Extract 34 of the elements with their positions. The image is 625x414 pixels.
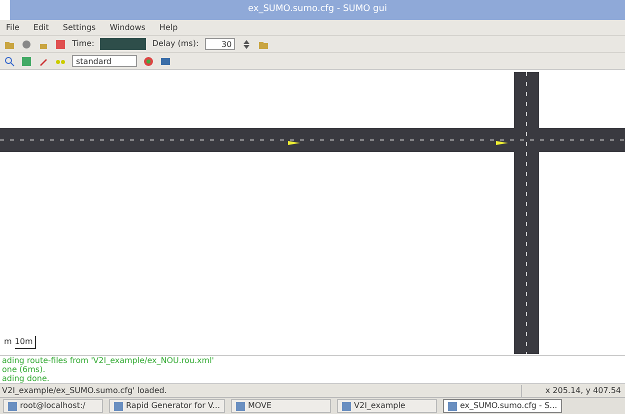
time-label: Time: xyxy=(72,38,94,50)
log-line: ading route-files from 'V2I_example/ex_NOU.rou.xml' xyxy=(2,356,214,365)
network-canvas[interactable]: m 10m xyxy=(0,69,625,355)
menu-item[interactable]: Settings xyxy=(62,22,96,34)
vehicle-icon xyxy=(288,141,300,145)
app-icon xyxy=(342,402,351,410)
app-icon xyxy=(114,402,123,410)
log-line: one (6ms). xyxy=(2,365,46,374)
log-line: ading done. xyxy=(2,374,50,383)
delay-field[interactable]: 30 xyxy=(204,38,235,50)
taskbar-button[interactable]: V2I_example xyxy=(337,399,437,413)
scale-label: 10m xyxy=(14,336,36,349)
vehicle-icon xyxy=(496,141,508,145)
magnifier-icon[interactable] xyxy=(4,56,15,66)
taskbar-button[interactable]: MOVE xyxy=(231,399,331,413)
taskbar-button[interactable]: root@localhost:/ xyxy=(3,399,103,413)
scale-label: m xyxy=(4,336,12,348)
time-display xyxy=(100,38,146,50)
taskbar-button[interactable]: Rapid Generator for V... xyxy=(109,399,225,413)
status-message: V2I_example/ex_SUMO.sumo.cfg' loaded. xyxy=(2,384,167,396)
color-wheel-icon[interactable] xyxy=(143,56,154,66)
taskbar-button[interactable]: ex_SUMO.sumo.cfg - S... xyxy=(443,399,562,413)
spin-arrows-icon[interactable] xyxy=(240,38,252,50)
app-icon xyxy=(448,402,457,410)
menu-item[interactable]: Help xyxy=(159,22,178,34)
app-icon xyxy=(236,402,245,410)
scheme-dropdown[interactable]: standard xyxy=(72,55,137,67)
menu-item[interactable]: Windows xyxy=(110,22,146,34)
menu-item[interactable]: File xyxy=(6,22,20,34)
window-title: ex_SUMO.sumo.cfg - SUMO gui xyxy=(248,3,387,16)
menu-item[interactable]: Edit xyxy=(33,22,49,34)
stop-icon[interactable] xyxy=(55,38,66,50)
app-icon xyxy=(8,402,17,410)
delay-label: Delay (ms): xyxy=(152,38,199,50)
